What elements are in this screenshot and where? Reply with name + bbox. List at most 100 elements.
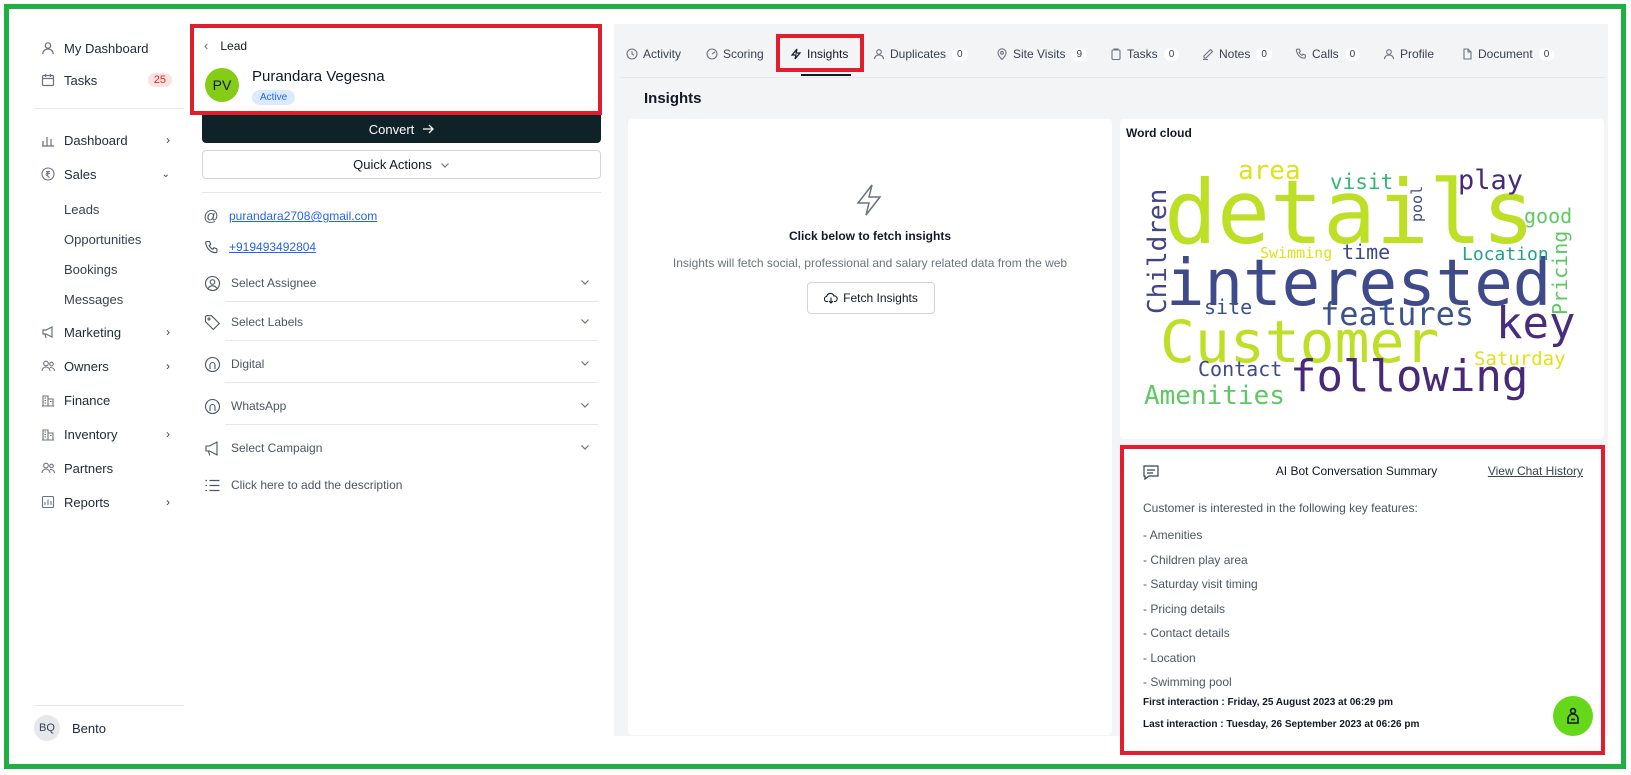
fetch-heading: Click below to fetch insights bbox=[788, 229, 952, 243]
divider bbox=[202, 192, 601, 193]
word-cloud-card: Word cloud details interested Customer f… bbox=[1120, 119, 1604, 439]
chevron-right-icon: › bbox=[166, 495, 170, 509]
tag-icon bbox=[203, 313, 221, 331]
pencil-icon bbox=[1202, 48, 1214, 60]
bot-icon bbox=[1564, 706, 1582, 726]
list-icon bbox=[203, 476, 221, 494]
users-icon bbox=[40, 460, 56, 476]
tab-profile[interactable]: Profile bbox=[1383, 42, 1434, 66]
sidebar-subitem-leads[interactable]: Leads bbox=[64, 198, 99, 220]
tab-count: 0 bbox=[1163, 47, 1180, 61]
avatar: BQ bbox=[34, 715, 60, 741]
select-subsource-whatsapp[interactable]: WhatsApp bbox=[203, 391, 598, 425]
user-profile[interactable]: BQ Bento bbox=[34, 715, 106, 741]
last-interaction: Last interaction : Tuesday, 26 September… bbox=[1143, 719, 1420, 730]
sidebar-subitem-opportunities[interactable]: Opportunities bbox=[64, 228, 141, 250]
tab-label: Activity bbox=[643, 47, 682, 61]
sidebar-item-label: Partners bbox=[64, 460, 114, 476]
select-campaign[interactable]: Select Campaign bbox=[203, 433, 598, 463]
breadcrumb-label[interactable]: Lead bbox=[220, 39, 247, 53]
phone-link[interactable]: +919493492804 bbox=[229, 240, 316, 254]
breadcrumb: ‹ Lead bbox=[204, 38, 247, 53]
quick-actions-label: Quick Actions bbox=[353, 157, 432, 172]
word-cloud-word: area bbox=[1238, 156, 1301, 186]
word-cloud-word: time bbox=[1342, 240, 1390, 264]
tab-site-visits[interactable]: Site Visits 9 bbox=[996, 42, 1088, 66]
sidebar-item-tasks[interactable]: Tasks 25 bbox=[34, 67, 184, 93]
sidebar-divider bbox=[34, 705, 184, 706]
phone-icon bbox=[203, 239, 219, 255]
select-subsource-label: WhatsApp bbox=[231, 399, 287, 413]
email-row: @ purandara2708@gmail.com bbox=[203, 208, 377, 225]
tab-label: Site Visits bbox=[1013, 47, 1066, 61]
tasks-count-badge: 25 bbox=[147, 73, 172, 87]
sidebar-item-label: Sales bbox=[64, 166, 97, 182]
tab-count: 0 bbox=[1538, 47, 1555, 61]
assistant-fab-button[interactable] bbox=[1553, 696, 1593, 736]
divider bbox=[225, 424, 598, 425]
convert-button[interactable]: Convert bbox=[202, 115, 601, 143]
sidebar-subitem-bookings[interactable]: Bookings bbox=[64, 258, 117, 280]
tab-scoring[interactable]: Scoring bbox=[706, 42, 764, 66]
gauge-icon bbox=[706, 48, 718, 60]
chevron-left-icon[interactable]: ‹ bbox=[204, 38, 208, 53]
word-cloud-word: Pricing bbox=[1548, 231, 1572, 315]
select-source-digital[interactable]: Digital bbox=[203, 349, 598, 383]
tab-calls[interactable]: Calls 0 bbox=[1295, 42, 1361, 66]
word-cloud: details interested Customer following ke… bbox=[1143, 156, 1575, 411]
fetch-insights-button[interactable]: Fetch Insights bbox=[807, 282, 935, 314]
chevron-down-icon bbox=[440, 160, 450, 170]
bar-chart-icon bbox=[40, 132, 56, 148]
divider bbox=[225, 382, 598, 383]
tab-count: 0 bbox=[1344, 47, 1361, 61]
sidebar-item-finance[interactable]: Finance bbox=[34, 387, 184, 413]
tab-notes[interactable]: Notes 0 bbox=[1202, 42, 1272, 66]
description-field[interactable]: Click here to add the description bbox=[203, 470, 598, 500]
sidebar-item-dashboard[interactable]: Dashboard › bbox=[34, 127, 184, 153]
sidebar-item-marketing[interactable]: Marketing › bbox=[34, 319, 184, 345]
chevron-right-icon: › bbox=[166, 359, 170, 373]
source-icon bbox=[203, 397, 221, 415]
quick-actions-button[interactable]: Quick Actions bbox=[202, 150, 601, 179]
tab-document[interactable]: Document 0 bbox=[1461, 42, 1555, 66]
description-placeholder: Click here to add the description bbox=[231, 478, 403, 492]
sidebar-item-reports[interactable]: Reports › bbox=[34, 489, 184, 515]
tab-bar: Activity Scoring Insights Duplicates 0 S… bbox=[620, 30, 1605, 78]
word-cloud-word: good bbox=[1524, 204, 1572, 228]
word-cloud-word: visit bbox=[1330, 170, 1393, 194]
word-cloud-word: site bbox=[1204, 295, 1252, 319]
select-assignee[interactable]: Select Assignee bbox=[203, 268, 598, 302]
word-cloud-word: features bbox=[1320, 295, 1474, 333]
pin-icon bbox=[996, 48, 1008, 60]
sidebar-item-label: Finance bbox=[64, 392, 111, 408]
sidebar-item-sales[interactable]: Sales ⌄ bbox=[34, 161, 184, 187]
tab-activity[interactable]: Activity bbox=[626, 42, 681, 66]
tab-label: Duplicates bbox=[890, 47, 947, 61]
fetch-subtext: Insights will fetch social, professional… bbox=[672, 256, 1068, 270]
word-cloud-word: Amenities bbox=[1144, 381, 1285, 411]
view-chat-history-link[interactable]: View Chat History bbox=[1488, 464, 1583, 478]
sidebar-item-my-dashboard[interactable]: My Dashboard bbox=[34, 35, 184, 61]
fetch-insights-label: Fetch Insights bbox=[843, 291, 918, 305]
email-link[interactable]: purandara2708@gmail.com bbox=[229, 209, 377, 223]
tab-count: 0 bbox=[1256, 47, 1272, 61]
bolt-icon bbox=[853, 183, 885, 222]
sidebar-item-owners[interactable]: Owners › bbox=[34, 353, 184, 379]
source-icon bbox=[203, 355, 221, 373]
word-cloud-word: Contact bbox=[1198, 357, 1282, 381]
list-item: - Contact details bbox=[1143, 626, 1230, 641]
tab-count: 0 bbox=[952, 47, 968, 61]
sidebar-item-partners[interactable]: Partners bbox=[34, 455, 184, 481]
sidebar-subitem-messages[interactable]: Messages bbox=[64, 288, 123, 310]
megaphone-icon bbox=[203, 439, 221, 457]
tab-label: Profile bbox=[1400, 47, 1435, 61]
chevron-right-icon: › bbox=[166, 427, 170, 441]
tab-duplicates[interactable]: Duplicates 0 bbox=[873, 42, 968, 66]
ai-summary-card: AI Bot Conversation Summary View Chat Hi… bbox=[1120, 445, 1605, 755]
tab-tasks[interactable]: Tasks 0 bbox=[1110, 42, 1180, 66]
divider bbox=[225, 301, 598, 302]
page-title: Insights bbox=[644, 90, 702, 107]
select-labels[interactable]: Select Labels bbox=[203, 307, 598, 341]
sidebar-item-inventory[interactable]: Inventory › bbox=[34, 421, 184, 447]
chevron-down-icon bbox=[580, 277, 590, 290]
